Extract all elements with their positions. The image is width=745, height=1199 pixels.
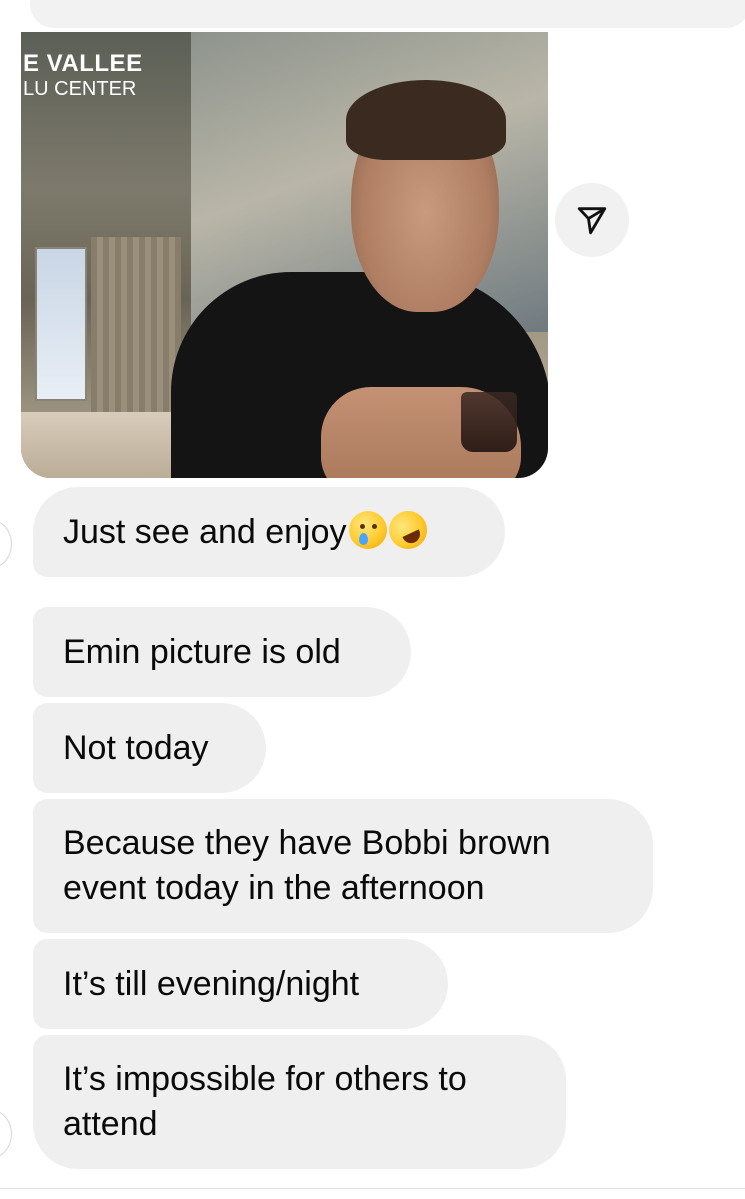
message-text: It’s impossible for others to attend — [63, 1060, 467, 1143]
photo-store-poster — [35, 247, 87, 401]
photo-sign: E VALLEE LU CENTER — [23, 50, 143, 101]
photo-person-hair — [346, 80, 506, 160]
photo-message[interactable]: E VALLEE LU CENTER — [21, 32, 548, 478]
sender-avatar[interactable] — [0, 1110, 12, 1158]
message-bubble[interactable]: It’s till evening/night — [33, 939, 448, 1029]
message-bubble[interactable]: Because they have Bobbi brown event toda… — [33, 799, 653, 933]
face-holding-back-tears-emoji — [348, 511, 387, 549]
message-text: It’s till evening/night — [63, 964, 360, 1003]
photo-sign-line-1: E VALLEE — [23, 50, 143, 77]
message-text: Just see and enjoy — [63, 512, 347, 551]
sender-avatar[interactable] — [0, 520, 12, 568]
previous-message-bubble — [30, 0, 745, 28]
share-button[interactable] — [555, 183, 629, 257]
message-bubble[interactable]: It’s impossible for others to attend — [33, 1035, 566, 1169]
photo-sign-line-2: LU CENTER — [23, 77, 137, 100]
paper-plane-icon — [577, 207, 607, 235]
message-bubble[interactable]: Emin picture is old — [33, 607, 411, 697]
message-text: Not today — [63, 728, 209, 767]
divider — [0, 1188, 745, 1189]
rolling-on-floor-laughing-emoji — [382, 504, 433, 556]
message-text: Emin picture is old — [63, 632, 341, 671]
message-text: Because they have Bobbi brown event toda… — [63, 824, 551, 907]
photo-drink-cup — [461, 392, 517, 452]
message-bubble[interactable]: Just see and enjoy — [33, 487, 505, 577]
message-bubble[interactable]: Not today — [33, 703, 266, 793]
photo-store-door — [91, 237, 181, 412]
